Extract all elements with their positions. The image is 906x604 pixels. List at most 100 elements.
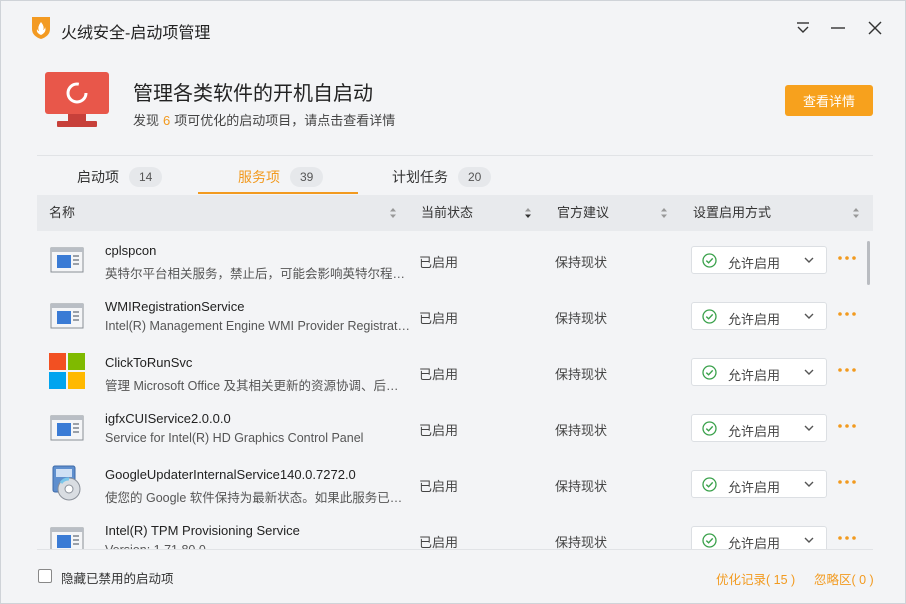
optimize-history-link[interactable]: 优化记录( 15 ): [716, 569, 795, 588]
service-description: Service for Intel(R) HD Graphics Control…: [105, 431, 364, 445]
check-circle-icon: [702, 533, 717, 548]
view-details-button[interactable]: 查看详情: [785, 85, 873, 116]
window-app-icon: [47, 407, 87, 447]
hero-title: 管理各类软件的开机自启动: [133, 83, 373, 105]
more-options-icon[interactable]: [837, 475, 857, 489]
official-advice: 保持现状: [555, 311, 608, 326]
enable-mode-select[interactable]: 允许启用: [691, 246, 827, 274]
service-description: 使您的 Google 软件保持为最新状态。如果此服务已停用或停止: [105, 491, 411, 505]
monitor-refresh-icon: [45, 72, 109, 127]
chevron-down-icon: [804, 257, 814, 263]
enable-mode-value: 允许启用: [728, 480, 781, 495]
column-header-mode[interactable]: 设置启用方式: [693, 195, 771, 231]
hide-disabled-label[interactable]: 隐藏已禁用的启动项: [61, 568, 174, 587]
table-row[interactable]: ClickToRunSvc 管理 Microsoft Office 及其相关更新的…: [37, 343, 873, 399]
more-options-icon[interactable]: [837, 251, 857, 265]
check-circle-icon: [702, 477, 717, 492]
enable-mode-value: 允许启用: [728, 424, 781, 439]
service-name: cplspcon: [105, 243, 157, 258]
service-name: GoogleUpdaterInternalService140.0.7272.0: [105, 467, 356, 482]
enable-mode-value: 允许启用: [728, 256, 781, 271]
column-header-status[interactable]: 当前状态: [421, 195, 473, 231]
column-header-advice[interactable]: 官方建议: [557, 195, 609, 231]
enable-mode-value: 允许启用: [728, 536, 781, 549]
official-advice: 保持现状: [555, 535, 608, 549]
service-description: Intel(R) Management Engine WMI Provider …: [105, 319, 411, 333]
sort-icon[interactable]: [852, 207, 860, 219]
table-row[interactable]: WMIRegistrationService Intel(R) Managemen…: [37, 287, 873, 343]
check-circle-icon: [702, 421, 717, 436]
table-row[interactable]: Intel(R) TPM Provisioning ServiceVersion…: [37, 511, 873, 549]
service-description: 管理 Microsoft Office 及其相关更新的资源协调、后台流式处理: [105, 379, 411, 393]
column-header-name[interactable]: 名称: [49, 195, 75, 231]
service-name: Intel(R) TPM Provisioning Service: [105, 523, 300, 538]
tab-label: 服务项: [238, 168, 280, 185]
tab-services[interactable]: 服务项 39: [238, 159, 324, 194]
chevron-down-icon: [804, 313, 814, 319]
official-advice: 保持现状: [555, 255, 608, 270]
service-name: igfxCUIService2.0.0.0: [105, 411, 231, 426]
huorong-logo-icon: [32, 17, 50, 39]
service-description: 英特尔平台相关服务，禁止后，可能会影响英特尔程序正常运行: [105, 267, 411, 281]
chevron-down-icon: [804, 369, 814, 375]
tab-count-badge: 20: [458, 166, 492, 187]
current-status: 已启用: [419, 423, 459, 438]
table-row[interactable]: cplspcon 英特尔平台相关服务，禁止后，可能会影响英特尔程序正常运行已启用 保…: [37, 231, 873, 287]
divider: [37, 549, 873, 550]
current-status: 已启用: [419, 535, 459, 549]
more-options-icon[interactable]: [837, 307, 857, 321]
hero-subtitle: 发现 6 项可优化的启动项目，请点击查看详情: [133, 110, 395, 129]
official-advice: 保持现状: [555, 367, 608, 382]
app-window: 火绒安全-启动项管理 管理各类软件的开机自启动 发现 6 项可优化的启动项目，请点击…: [0, 0, 906, 604]
official-advice: 保持现状: [555, 423, 608, 438]
table-row[interactable]: GoogleUpdaterInternalService140.0.7272.0…: [37, 455, 873, 511]
sort-icon[interactable]: [660, 207, 668, 219]
more-options-icon[interactable]: [837, 531, 857, 545]
service-list: cplspcon英特尔平台相关服务，禁止后，可能会影响英特尔程序正常运行已启用保…: [37, 231, 873, 549]
ignore-zone-link[interactable]: 忽略区( 0 ): [814, 569, 874, 588]
tab-startup[interactable]: 启动项 14: [77, 159, 163, 194]
hero-sub-count: 6: [163, 113, 171, 128]
table-row[interactable]: igfxCUIService2.0.0.0 Service for Intel(R…: [37, 399, 873, 455]
service-name: WMIRegistrationService: [105, 299, 245, 314]
current-status: 已启用: [419, 367, 459, 382]
more-options-icon[interactable]: [837, 419, 857, 433]
sort-icon[interactable]: [389, 207, 397, 219]
enable-mode-select[interactable]: 允许启用: [691, 302, 827, 330]
microsoft-logo-icon: [47, 351, 87, 391]
hero-sub-prefix: 发现: [133, 113, 160, 128]
enable-mode-select[interactable]: 允许启用: [691, 526, 827, 549]
active-tab-indicator: [198, 192, 358, 194]
hide-disabled-checkbox[interactable]: [38, 569, 52, 583]
tab-scheduled-tasks[interactable]: 计划任务 20: [392, 159, 492, 194]
sort-icon[interactable]: [524, 207, 532, 219]
more-options-icon[interactable]: [837, 363, 857, 377]
close-icon[interactable]: [864, 17, 886, 39]
chevron-down-icon: [804, 425, 814, 431]
tab-label: 计划任务: [392, 168, 448, 185]
current-status: 已启用: [419, 255, 459, 270]
check-circle-icon: [702, 365, 717, 380]
window-app-icon: [47, 295, 87, 335]
installer-cd-icon: [47, 463, 87, 503]
chevron-down-icon: [804, 481, 814, 487]
title-bar: 火绒安全-启动项管理: [1, 1, 905, 55]
current-status: 已启用: [419, 479, 459, 494]
menu-dropdown-icon[interactable]: [792, 17, 814, 39]
check-circle-icon: [702, 309, 717, 324]
enable-mode-value: 允许启用: [728, 368, 781, 383]
hero-sub-suffix: 项可优化的启动项目，请点击查看详情: [174, 113, 396, 128]
enable-mode-select[interactable]: 允许启用: [691, 358, 827, 386]
divider: [37, 155, 873, 156]
scrollbar-thumb[interactable]: [867, 241, 870, 285]
current-status: 已启用: [419, 311, 459, 326]
tab-label: 启动项: [77, 168, 119, 185]
table-header: 名称 当前状态 官方建议 设置启用方式: [37, 195, 873, 231]
minimize-icon[interactable]: [827, 17, 849, 39]
enable-mode-select[interactable]: 允许启用: [691, 470, 827, 498]
tab-count-badge: 14: [129, 166, 163, 187]
chevron-down-icon: [804, 537, 814, 543]
tab-count-badge: 39: [290, 166, 324, 187]
enable-mode-value: 允许启用: [728, 312, 781, 327]
enable-mode-select[interactable]: 允许启用: [691, 414, 827, 442]
